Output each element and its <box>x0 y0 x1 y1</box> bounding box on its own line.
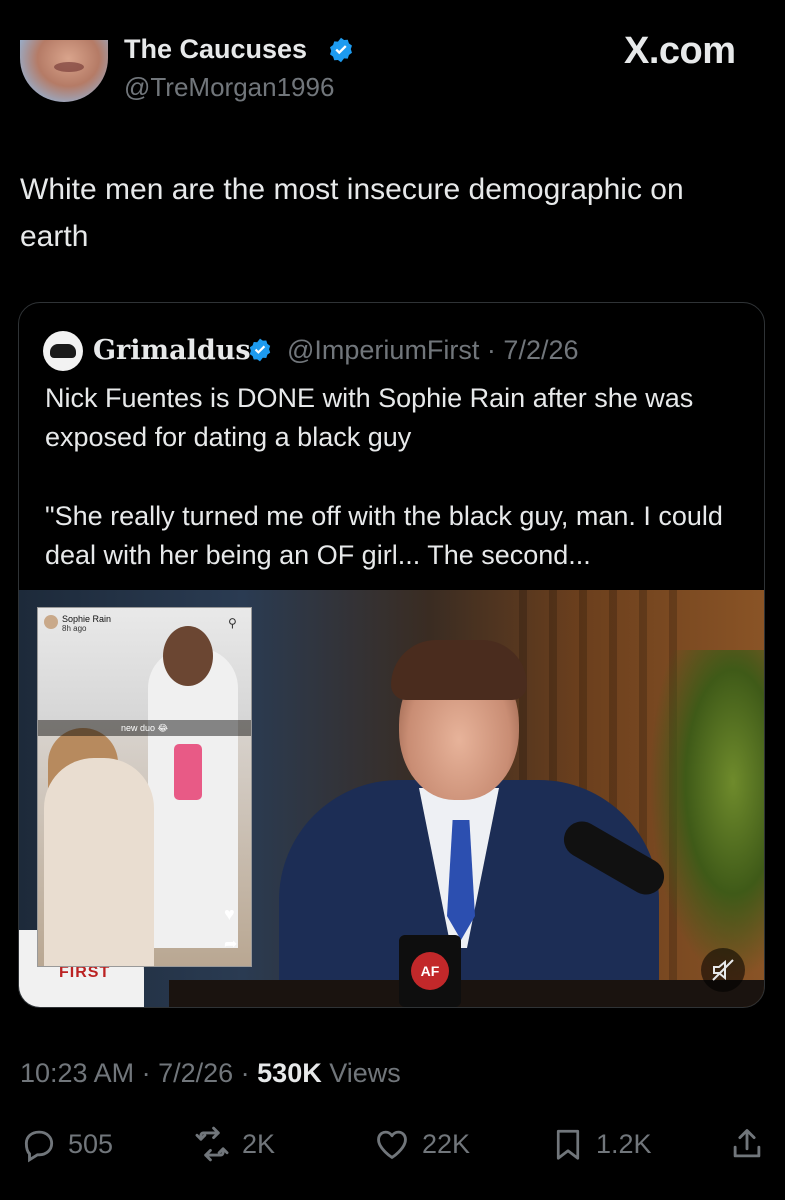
like-count: 22K <box>422 1128 471 1159</box>
bookmark-icon <box>556 1129 580 1160</box>
author-handle[interactable]: @TreMorgan1996 <box>124 72 334 103</box>
verified-badge-icon <box>327 36 355 69</box>
quoted-text: Nick Fuentes is DONE with Sophie Rain af… <box>45 383 694 452</box>
mute-icon <box>712 959 734 981</box>
repost-icon <box>195 1126 229 1162</box>
mute-button[interactable] <box>701 948 745 992</box>
heart-icon: ♥ <box>224 904 235 924</box>
tweet-time[interactable]: 10:23 AM <box>20 1058 134 1088</box>
quoted-text-quote: "She really turned me off with the black… <box>45 501 723 570</box>
tweet-text: White men are the most insecure demograp… <box>20 173 684 253</box>
inset-avatar <box>44 615 58 629</box>
inset-time: 8h ago <box>62 624 87 633</box>
mug-logo: AF <box>411 952 449 990</box>
quoted-author-name[interactable]: Grimaldus <box>93 335 251 366</box>
plant-image <box>649 650 764 980</box>
quoted-date[interactable]: 7/2/26 <box>503 335 578 365</box>
share-arrow-icon: ➦ <box>224 936 238 953</box>
like-icon <box>377 1130 407 1159</box>
bookmark-count: 1.2K <box>596 1128 652 1159</box>
repost-count: 2K <box>242 1128 276 1159</box>
quoted-author-handle[interactable]: @ImperiumFirst <box>287 335 479 365</box>
meta-separator: · <box>479 335 504 365</box>
meta-separator: · <box>134 1058 159 1088</box>
quoted-media[interactable]: AF FIRST Sophie Rain 8h ago ⚲ new duo 😂 … <box>19 590 764 1007</box>
views-label: Views <box>329 1058 401 1088</box>
quoted-author-avatar[interactable] <box>43 331 83 371</box>
man-hair <box>391 640 527 700</box>
inset-caption: new duo 😂 <box>38 720 251 736</box>
author-display-name[interactable]: The Caucuses <box>124 34 307 65</box>
brand-logo: X.com <box>624 30 736 72</box>
inset-person-head <box>163 626 213 686</box>
verified-badge-icon <box>247 337 273 368</box>
tweet-date[interactable]: 7/2/26 <box>158 1058 233 1088</box>
reply-button[interactable]: 505 <box>20 1124 113 1164</box>
reply-count: 505 <box>68 1128 114 1159</box>
desk <box>169 980 764 1007</box>
quoted-meta: @ImperiumFirst · 7/2/26 <box>287 335 579 366</box>
inset-person <box>44 758 154 966</box>
share-icon <box>733 1129 761 1158</box>
share-button[interactable] <box>728 1124 766 1164</box>
bell-icon: ⚲ <box>228 616 237 630</box>
timestamp-row: 10:23 AM · 7/2/26 · 530K Views <box>20 1058 401 1089</box>
meta-separator: · <box>233 1058 258 1088</box>
reply-icon <box>24 1130 54 1163</box>
like-button[interactable]: 22K <box>372 1124 470 1164</box>
bookmark-button[interactable]: 1.2K <box>550 1124 652 1164</box>
quoted-tweet[interactable]: Grimaldus @ImperiumFirst · 7/2/26 Nick F… <box>18 302 765 1008</box>
author-avatar[interactable] <box>20 40 108 102</box>
inset-phone <box>174 744 202 800</box>
repost-button[interactable]: 2K <box>192 1124 275 1164</box>
inset-screenshot: Sophie Rain 8h ago ⚲ new duo 😂 ♥ ➦ <box>37 607 252 967</box>
views-count[interactable]: 530K <box>257 1058 322 1088</box>
inset-username: Sophie Rain <box>62 614 112 624</box>
